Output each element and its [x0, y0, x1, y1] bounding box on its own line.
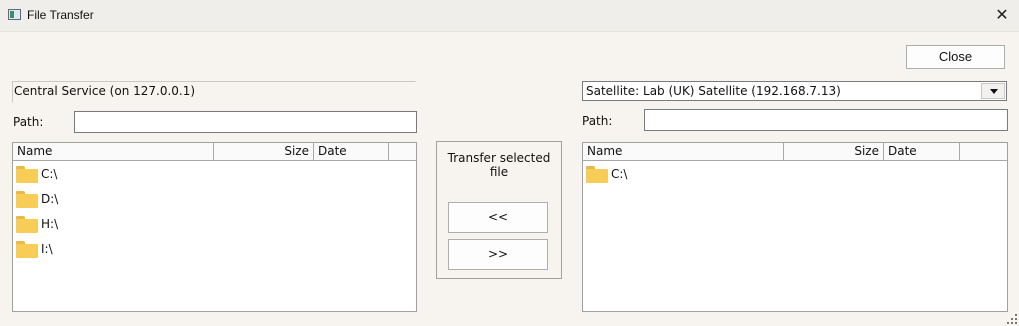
right-path-label: Path: [582, 114, 613, 128]
left-column-size[interactable]: Size [214, 143, 314, 161]
left-column-date[interactable]: Date [314, 143, 389, 161]
right-column-filler [960, 143, 1007, 161]
folder-icon [16, 216, 38, 233]
left-path-input[interactable] [74, 111, 417, 133]
left-path-label: Path: [13, 115, 44, 129]
transfer-group: Transfer selected file << >> [436, 141, 562, 279]
list-item-label: D:\ [41, 192, 59, 206]
left-column-filler [389, 143, 416, 161]
title-bar: File Transfer ✕ [0, 0, 1019, 32]
window-title: File Transfer [27, 8, 94, 22]
list-item-label: C:\ [611, 167, 628, 181]
folder-icon [586, 166, 608, 183]
chevron-down-icon[interactable] [981, 83, 1005, 99]
close-button[interactable]: Close [906, 45, 1005, 69]
right-file-list[interactable]: Name Size Date C:\ [582, 142, 1008, 312]
transfer-to-left-button[interactable]: << [448, 202, 548, 233]
satellite-select[interactable]: Satellite: Lab (UK) Satellite (192.168.7… [582, 81, 1007, 101]
central-service-label: Central Service (on 127.0.0.1) [12, 81, 416, 103]
right-path-input[interactable] [644, 109, 1008, 131]
folder-icon [16, 191, 38, 208]
satellite-select-value: Satellite: Lab (UK) Satellite (192.168.7… [586, 84, 841, 98]
window-close-icon[interactable]: ✕ [992, 5, 1012, 25]
list-item-label: C:\ [41, 167, 58, 181]
list-item-label: I:\ [41, 242, 53, 256]
folder-icon [16, 241, 38, 258]
resize-grip-icon[interactable] [1007, 314, 1017, 324]
list-item-label: H:\ [41, 217, 59, 231]
transfer-heading-line2: file [489, 165, 509, 179]
right-column-size[interactable]: Size [784, 143, 884, 161]
folder-icon [16, 166, 38, 183]
left-column-name[interactable]: Name [13, 143, 214, 161]
transfer-heading: Transfer selected file [437, 151, 561, 179]
app-icon [8, 9, 21, 20]
transfer-heading-line1: Transfer selected [447, 151, 551, 165]
right-column-date[interactable]: Date [884, 143, 960, 161]
left-file-list[interactable]: Name Size Date C:\ D:\ H:\ I:\ [12, 142, 417, 312]
right-column-name[interactable]: Name [583, 143, 784, 161]
transfer-to-right-button[interactable]: >> [448, 239, 548, 270]
